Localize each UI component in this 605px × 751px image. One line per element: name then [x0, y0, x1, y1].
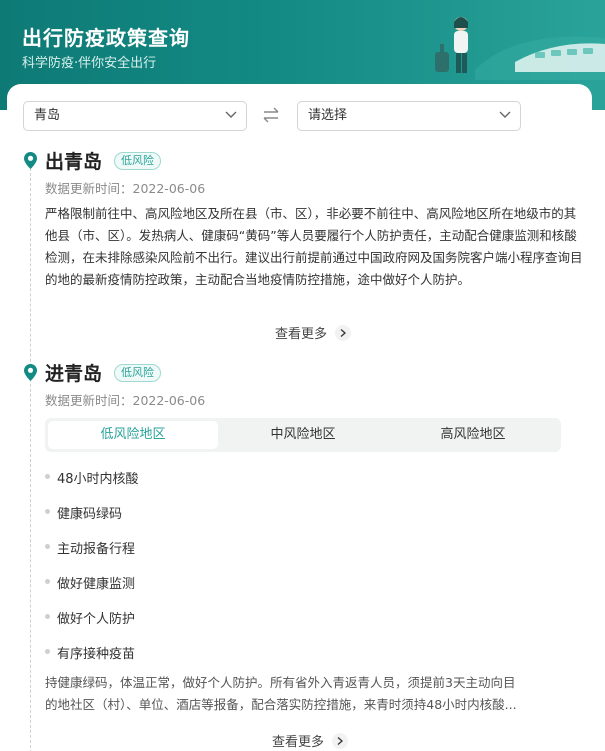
bullet-icon — [45, 509, 50, 514]
chevron-right-icon — [332, 732, 349, 749]
chevron-down-icon — [499, 111, 511, 118]
departure-more-label: 查看更多 — [275, 327, 328, 342]
departure-more-button[interactable]: 查看更多 — [275, 323, 352, 342]
destination-city-placeholder: 请选择 — [308, 108, 348, 123]
tab-high-risk[interactable]: 高风险地区 — [388, 421, 558, 449]
arrival-policy-line-1: 持健康绿码，体温正常，做好个人防护。所有省外入青返青人员，须提前3天主动向目 — [45, 675, 516, 690]
arrival-risk-badge: 低风险 — [114, 364, 161, 382]
bullet-icon — [45, 474, 50, 479]
origin-city-select[interactable]: 青岛 — [23, 101, 247, 131]
swap-icon[interactable] — [261, 106, 281, 124]
bullet-icon — [45, 614, 50, 619]
tab-medium-risk[interactable]: 中风险地区 — [218, 421, 388, 449]
page-subtitle: 科学防疫·伴你安全出行 — [22, 56, 157, 71]
bullet-icon — [45, 649, 50, 654]
origin-city-value: 青岛 — [34, 108, 61, 123]
bullet-icon — [45, 579, 50, 584]
arrival-policy-text: 持健康绿码，体温正常，做好个人防护。所有省外入青返青人员，须提前3天主动向目 的… — [45, 672, 585, 716]
page-title: 出行防疫政策查询 — [22, 26, 190, 50]
departure-risk-badge: 低风险 — [114, 152, 161, 170]
arrival-policy-line-2: 的地社区（村）、单位、酒店等报备，配合落实防控措施，来青时须持48小时内核酸..… — [45, 697, 517, 712]
location-pin-icon — [24, 152, 37, 169]
chevron-down-icon — [225, 111, 237, 118]
arrival-update-time: 数据更新时间：2022-06-06 — [45, 393, 206, 408]
risk-level-tabs: 低风险地区 中风险地区 高风险地区 — [45, 418, 561, 452]
departure-title: 出青岛 — [45, 151, 103, 173]
location-pin-icon — [24, 364, 37, 381]
departure-update-time: 数据更新时间：2022-06-06 — [45, 181, 206, 196]
destination-city-select[interactable]: 请选择 — [297, 101, 521, 131]
timeline-line — [30, 168, 31, 751]
arrival-title: 进青岛 — [45, 363, 103, 385]
departure-policy-text: 严格限制前往中、高风险地区及所在县（市、区），非必要不前往中、高风险地区所在地级… — [45, 206, 583, 287]
tab-low-risk[interactable]: 低风险地区 — [48, 421, 218, 449]
chevron-right-icon — [335, 324, 352, 341]
arrival-more-label: 查看更多 — [272, 735, 325, 750]
arrival-more-button[interactable]: 查看更多 — [272, 731, 349, 750]
bullet-icon — [45, 544, 50, 549]
